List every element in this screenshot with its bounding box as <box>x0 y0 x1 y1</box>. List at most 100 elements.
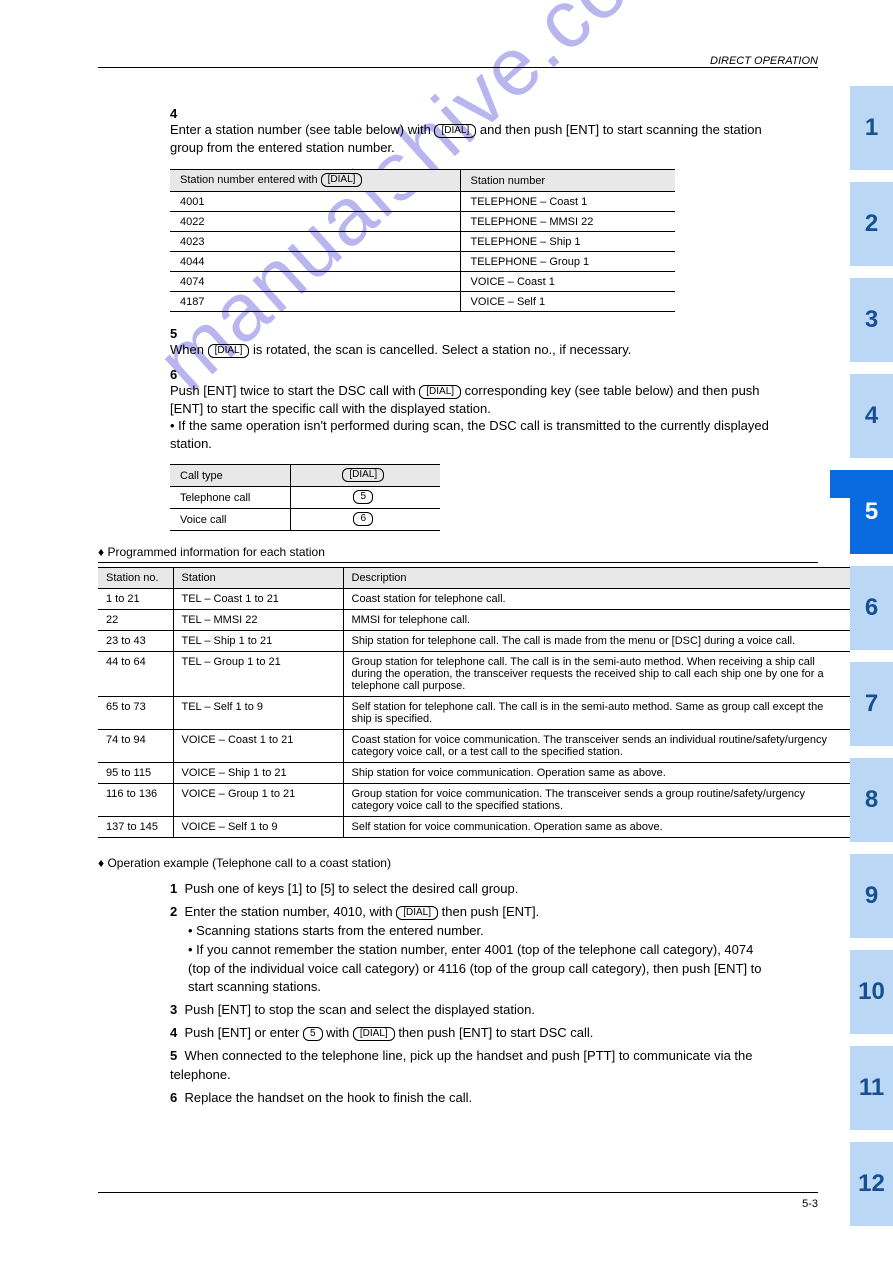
cell: VOICE – Coast 1 to 21 <box>173 730 343 763</box>
dial-key-icon: [DIAL] <box>208 344 250 358</box>
cell: Voice call <box>170 509 290 531</box>
chapter-tab-12[interactable]: 12 <box>850 1142 893 1226</box>
step-number: 5 <box>170 1048 177 1063</box>
example-step: 5 When connected to the telephone line, … <box>170 1047 778 1085</box>
text: Push [ENT] or enter <box>184 1025 303 1040</box>
chapter-tab-1[interactable]: 1 <box>850 86 893 170</box>
cell: TEL – Coast 1 to 21 <box>173 589 343 610</box>
cell: TEL – Group 1 to 21 <box>173 652 343 697</box>
table-row: 95 to 115VOICE – Ship 1 to 21Ship statio… <box>98 763 850 784</box>
text: Enter a station number (see table below)… <box>170 122 434 137</box>
tab-label: 12 <box>858 1170 885 1198</box>
tab-label: 6 <box>865 594 878 622</box>
header-section-title: DIRECT OPERATION <box>710 55 818 67</box>
table-row: Voice call 6 <box>170 509 440 531</box>
text: Push [ENT] to stop the scan and select t… <box>184 1002 534 1017</box>
text: Enter the station number, 4010, with <box>184 904 396 919</box>
tab-label: 7 <box>865 690 878 718</box>
step-number: 1 <box>170 881 177 896</box>
tab-label: 11 <box>859 1074 884 1102</box>
cell: TELEPHONE – Group 1 <box>460 251 675 271</box>
dial-key-icon: [DIAL] <box>434 124 476 138</box>
table-header-cell: [DIAL] <box>290 465 440 487</box>
dial-key-icon: [DIAL] <box>321 173 363 187</box>
cell: 1 to 21 <box>98 589 173 610</box>
text: is rotated, the scan is cancelled. Selec… <box>253 342 631 357</box>
cell: 4187 <box>170 291 460 311</box>
dial-key-icon: [DIAL] <box>396 906 438 920</box>
cell: 65 to 73 <box>98 697 173 730</box>
cell: Self station for voice communication. Op… <box>343 817 850 838</box>
subsection-heading: ♦ Programmed information for each statio… <box>98 545 818 559</box>
table-header-cell: Station number entered with [DIAL] <box>170 169 460 191</box>
table-header-cell: Station number <box>460 169 675 191</box>
text: then push [ENT] to start DSC call. <box>398 1025 593 1040</box>
cell: Ship station for voice communication. Op… <box>343 763 850 784</box>
step-text: Enter a station number (see table below)… <box>170 121 770 157</box>
station-number-table: Station number entered with [DIAL] Stati… <box>170 169 675 312</box>
dial-key-icon: [DIAL] <box>342 468 384 482</box>
station-info-table: Station no. Station Description 1 to 21T… <box>98 567 850 838</box>
table-header-cell: Description <box>343 568 850 589</box>
key-icon: 5 <box>303 1027 323 1041</box>
table-row: 22TEL – MMSI 22MMSI for telephone call. <box>98 610 850 631</box>
cell: VOICE – Ship 1 to 21 <box>173 763 343 784</box>
tab-label: 4 <box>865 402 878 430</box>
cell: Coast station for voice communication. T… <box>343 730 850 763</box>
cell: MMSI for telephone call. <box>343 610 850 631</box>
table-row: 4074VOICE – Coast 1 <box>170 271 675 291</box>
cell: TELEPHONE – Coast 1 <box>460 191 675 211</box>
chapter-tab-4[interactable]: 4 <box>850 374 893 458</box>
cell: VOICE – Coast 1 <box>460 271 675 291</box>
cell: Self station for telephone call. The cal… <box>343 697 850 730</box>
chapter-tab-8[interactable]: 8 <box>850 758 893 842</box>
chapter-tab-11[interactable]: 11 <box>850 1046 893 1130</box>
header-rule <box>98 67 818 68</box>
text: • If you cannot remember the station num… <box>188 941 778 998</box>
cell: 23 to 43 <box>98 631 173 652</box>
table-row: 4187VOICE – Self 1 <box>170 291 675 311</box>
chapter-tab-3[interactable]: 3 <box>850 278 893 362</box>
table-row: 137 to 145VOICE – Self 1 to 9Self statio… <box>98 817 850 838</box>
table-row: 44 to 64TEL – Group 1 to 21Group station… <box>98 652 850 697</box>
example-step: 1 Push one of keys [1] to [5] to select … <box>170 880 778 899</box>
chapter-tab-10[interactable]: 10 <box>850 950 893 1034</box>
table-row: Telephone call5 <box>170 487 440 509</box>
step-number: 5 <box>170 326 184 341</box>
table-row: 4044TELEPHONE – Group 1 <box>170 251 675 271</box>
step-number: 4 <box>170 1025 177 1040</box>
cell: TELEPHONE – Ship 1 <box>460 231 675 251</box>
cell: 44 to 64 <box>98 652 173 697</box>
text: Station number entered with <box>180 174 321 186</box>
key-icon: 6 <box>353 512 373 526</box>
chapter-tab-2[interactable]: 2 <box>850 182 893 266</box>
cell: 6 <box>290 509 440 531</box>
tab-label: 1 <box>865 114 878 142</box>
cell: VOICE – Self 1 <box>460 291 675 311</box>
cell: 4022 <box>170 211 460 231</box>
text: When <box>170 342 208 357</box>
chapter-tab-9[interactable]: 9 <box>850 854 893 938</box>
chapter-tab-6[interactable]: 6 <box>850 566 893 650</box>
text: then push [ENT]. <box>442 904 540 919</box>
cell: TEL – Self 1 to 9 <box>173 697 343 730</box>
cell: Coast station for telephone call. <box>343 589 850 610</box>
tab-label: 8 <box>865 786 878 814</box>
call-type-table: Call type [DIAL] Telephone call5 Voice c… <box>170 464 440 531</box>
footer-rule <box>98 1192 818 1193</box>
dial-key-icon: [DIAL] <box>419 385 461 399</box>
table-row: 4022TELEPHONE – MMSI 22 <box>170 211 675 231</box>
cell: 4044 <box>170 251 460 271</box>
cell: 4023 <box>170 231 460 251</box>
text: Push [ENT] twice to start the DSC call w… <box>170 383 419 398</box>
cell: Group station for voice communication. T… <box>343 784 850 817</box>
table-header-cell: Station <box>173 568 343 589</box>
chapter-tab-7[interactable]: 7 <box>850 662 893 746</box>
page-number: 5-3 <box>802 1198 818 1210</box>
cell: 22 <box>98 610 173 631</box>
chapter-tab-5[interactable]: 5 <box>850 470 893 554</box>
text: • If the same operation isn't performed … <box>170 418 769 451</box>
subsection-heading: ♦ Operation example (Telephone call to a… <box>98 856 818 870</box>
step-4: 4 Enter a station number (see table belo… <box>170 106 818 157</box>
cell: VOICE – Group 1 to 21 <box>173 784 343 817</box>
